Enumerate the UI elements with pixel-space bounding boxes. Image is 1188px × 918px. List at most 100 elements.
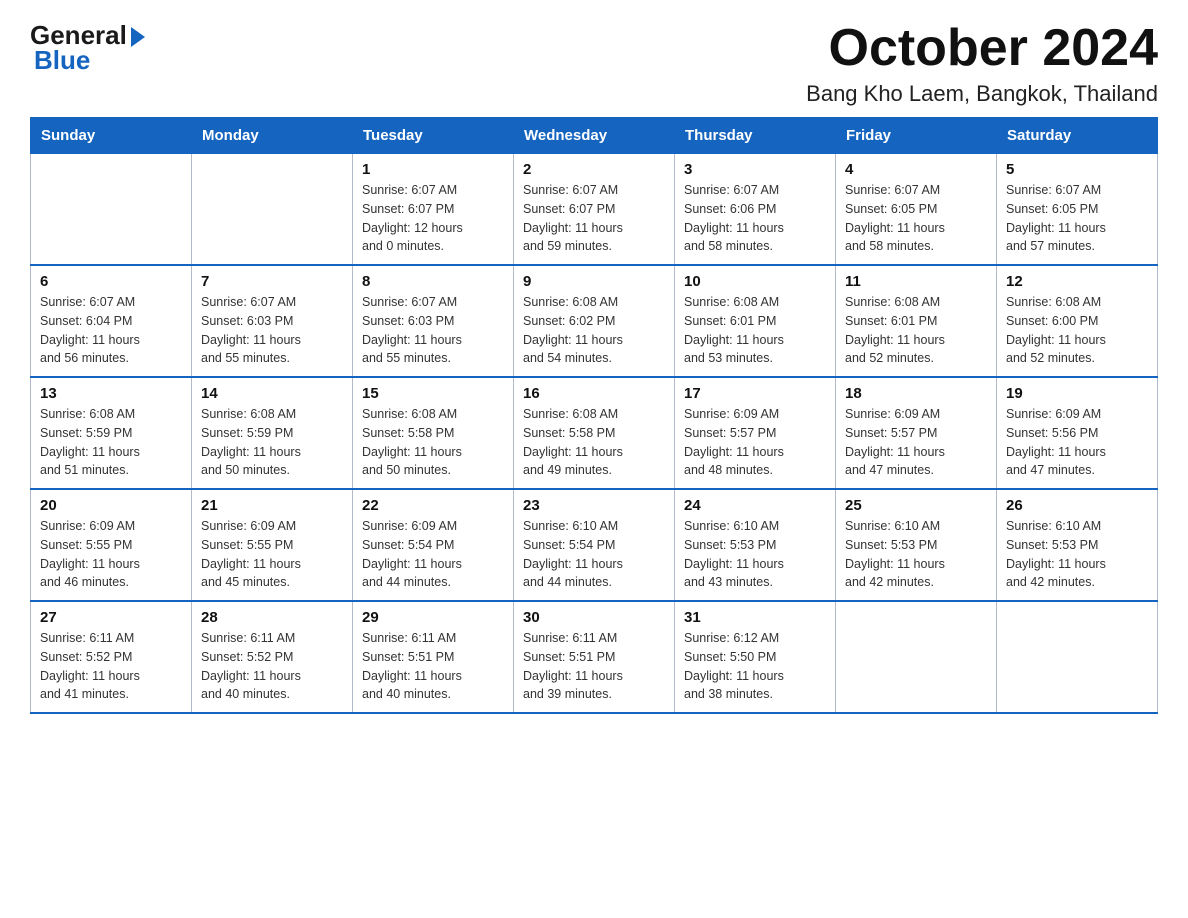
day-number: 20 — [40, 497, 182, 514]
table-row: 26 Sunrise: 6:10 AMSunset: 5:53 PMDayligh… — [997, 489, 1158, 601]
day-number: 12 — [1006, 273, 1148, 290]
day-info: Sunrise: 6:09 AMSunset: 5:57 PMDaylight:… — [845, 405, 987, 480]
day-number: 9 — [523, 273, 665, 290]
day-number: 2 — [523, 161, 665, 178]
table-row: 18 Sunrise: 6:09 AMSunset: 5:57 PMDayligh… — [836, 377, 997, 489]
day-info: Sunrise: 6:10 AMSunset: 5:53 PMDaylight:… — [684, 517, 826, 592]
calendar-week-row: 6Sunrise: 6:07 AMSunset: 6:04 PMDaylight… — [31, 265, 1158, 377]
day-info: Sunrise: 6:07 AMSunset: 6:07 PMDaylight:… — [362, 181, 504, 256]
table-row: 25 Sunrise: 6:10 AMSunset: 5:53 PMDayligh… — [836, 489, 997, 601]
day-number: 10 — [684, 273, 826, 290]
table-row: 29 Sunrise: 6:11 AMSunset: 5:51 PMDayligh… — [353, 601, 514, 713]
table-row: 20 Sunrise: 6:09 AMSunset: 5:55 PMDayligh… — [31, 489, 192, 601]
day-number: 7 — [201, 273, 343, 290]
col-monday: Monday — [192, 118, 353, 154]
day-info: Sunrise: 6:11 AMSunset: 5:51 PMDaylight:… — [362, 629, 504, 704]
day-info: Sunrise: 6:10 AMSunset: 5:53 PMDaylight:… — [845, 517, 987, 592]
day-number: 27 — [40, 609, 182, 626]
table-row: 7 Sunrise: 6:07 AMSunset: 6:03 PMDaylight… — [192, 265, 353, 377]
table-row: 9 Sunrise: 6:08 AMSunset: 6:02 PMDaylight… — [514, 265, 675, 377]
page-title: October 2024 — [806, 20, 1158, 77]
day-number: 23 — [523, 497, 665, 514]
day-number: 14 — [201, 385, 343, 402]
day-info: Sunrise: 6:07 AMSunset: 6:07 PMDaylight:… — [523, 181, 665, 256]
day-info: Sunrise: 6:08 AMSunset: 5:58 PMDaylight:… — [523, 405, 665, 480]
day-info: Sunrise: 6:11 AMSunset: 5:51 PMDaylight:… — [523, 629, 665, 704]
day-number: 21 — [201, 497, 343, 514]
day-info: Sunrise: 6:09 AMSunset: 5:56 PMDaylight:… — [1006, 405, 1148, 480]
table-row: 12 Sunrise: 6:08 AMSunset: 6:00 PMDayligh… — [997, 265, 1158, 377]
calendar-week-row: 20 Sunrise: 6:09 AMSunset: 5:55 PMDayligh… — [31, 489, 1158, 601]
title-block: October 2024 Bang Kho Laem, Bangkok, Tha… — [806, 20, 1158, 107]
calendar-header-row: Sunday Monday Tuesday Wednesday Thursday… — [31, 118, 1158, 154]
day-info: Sunrise: 6:08 AMSunset: 6:00 PMDaylight:… — [1006, 293, 1148, 368]
logo-triangle-icon — [131, 27, 145, 47]
table-row: 5Sunrise: 6:07 AMSunset: 6:05 PMDaylight… — [997, 154, 1158, 266]
day-info: Sunrise: 6:10 AMSunset: 5:54 PMDaylight:… — [523, 517, 665, 592]
day-info: Sunrise: 6:10 AMSunset: 5:53 PMDaylight:… — [1006, 517, 1148, 592]
day-info: Sunrise: 6:07 AMSunset: 6:05 PMDaylight:… — [1006, 181, 1148, 256]
day-number: 13 — [40, 385, 182, 402]
day-info: Sunrise: 6:08 AMSunset: 6:02 PMDaylight:… — [523, 293, 665, 368]
day-number: 18 — [845, 385, 987, 402]
table-row — [836, 601, 997, 713]
logo: General Blue — [30, 20, 145, 76]
day-info: Sunrise: 6:08 AMSunset: 5:59 PMDaylight:… — [40, 405, 182, 480]
table-row: 27 Sunrise: 6:11 AMSunset: 5:52 PMDayligh… — [31, 601, 192, 713]
day-info: Sunrise: 6:07 AMSunset: 6:04 PMDaylight:… — [40, 293, 182, 368]
day-info: Sunrise: 6:08 AMSunset: 6:01 PMDaylight:… — [845, 293, 987, 368]
calendar-week-row: 27 Sunrise: 6:11 AMSunset: 5:52 PMDayligh… — [31, 601, 1158, 713]
day-info: Sunrise: 6:12 AMSunset: 5:50 PMDaylight:… — [684, 629, 826, 704]
day-info: Sunrise: 6:08 AMSunset: 6:01 PMDaylight:… — [684, 293, 826, 368]
table-row: 22 Sunrise: 6:09 AMSunset: 5:54 PMDayligh… — [353, 489, 514, 601]
day-number: 4 — [845, 161, 987, 178]
table-row: 23 Sunrise: 6:10 AMSunset: 5:54 PMDayligh… — [514, 489, 675, 601]
day-info: Sunrise: 6:07 AMSunset: 6:06 PMDaylight:… — [684, 181, 826, 256]
day-info: Sunrise: 6:09 AMSunset: 5:55 PMDaylight:… — [201, 517, 343, 592]
day-number: 31 — [684, 609, 826, 626]
day-number: 1 — [362, 161, 504, 178]
table-row: 24 Sunrise: 6:10 AMSunset: 5:53 PMDayligh… — [675, 489, 836, 601]
calendar-week-row: 13 Sunrise: 6:08 AMSunset: 5:59 PMDayligh… — [31, 377, 1158, 489]
page-subtitle: Bang Kho Laem, Bangkok, Thailand — [806, 81, 1158, 107]
table-row: 11Sunrise: 6:08 AMSunset: 6:01 PMDayligh… — [836, 265, 997, 377]
day-number: 15 — [362, 385, 504, 402]
day-number: 8 — [362, 273, 504, 290]
day-info: Sunrise: 6:11 AMSunset: 5:52 PMDaylight:… — [40, 629, 182, 704]
page-header: General Blue October 2024 Bang Kho Laem,… — [30, 20, 1158, 107]
day-number: 17 — [684, 385, 826, 402]
table-row: 31 Sunrise: 6:12 AMSunset: 5:50 PMDayligh… — [675, 601, 836, 713]
day-number: 26 — [1006, 497, 1148, 514]
table-row: 15Sunrise: 6:08 AMSunset: 5:58 PMDayligh… — [353, 377, 514, 489]
day-number: 3 — [684, 161, 826, 178]
table-row: 17 Sunrise: 6:09 AMSunset: 5:57 PMDayligh… — [675, 377, 836, 489]
day-info: Sunrise: 6:09 AMSunset: 5:54 PMDaylight:… — [362, 517, 504, 592]
table-row: 3 Sunrise: 6:07 AMSunset: 6:06 PMDaylight… — [675, 154, 836, 266]
day-number: 22 — [362, 497, 504, 514]
day-info: Sunrise: 6:09 AMSunset: 5:55 PMDaylight:… — [40, 517, 182, 592]
logo-blue-text: Blue — [34, 45, 90, 76]
day-info: Sunrise: 6:07 AMSunset: 6:03 PMDaylight:… — [362, 293, 504, 368]
table-row: 30 Sunrise: 6:11 AMSunset: 5:51 PMDayligh… — [514, 601, 675, 713]
table-row: 14 Sunrise: 6:08 AMSunset: 5:59 PMDayligh… — [192, 377, 353, 489]
col-saturday: Saturday — [997, 118, 1158, 154]
day-number: 24 — [684, 497, 826, 514]
day-number: 29 — [362, 609, 504, 626]
table-row — [997, 601, 1158, 713]
day-number: 30 — [523, 609, 665, 626]
day-number: 16 — [523, 385, 665, 402]
day-info: Sunrise: 6:08 AMSunset: 5:59 PMDaylight:… — [201, 405, 343, 480]
day-number: 19 — [1006, 385, 1148, 402]
day-number: 25 — [845, 497, 987, 514]
calendar-week-row: 1 Sunrise: 6:07 AMSunset: 6:07 PMDaylight… — [31, 154, 1158, 266]
col-sunday: Sunday — [31, 118, 192, 154]
col-wednesday: Wednesday — [514, 118, 675, 154]
day-info: Sunrise: 6:09 AMSunset: 5:57 PMDaylight:… — [684, 405, 826, 480]
table-row — [192, 154, 353, 266]
table-row: 6Sunrise: 6:07 AMSunset: 6:04 PMDaylight… — [31, 265, 192, 377]
col-thursday: Thursday — [675, 118, 836, 154]
calendar-table: Sunday Monday Tuesday Wednesday Thursday… — [30, 117, 1158, 714]
day-info: Sunrise: 6:07 AMSunset: 6:03 PMDaylight:… — [201, 293, 343, 368]
table-row: 16 Sunrise: 6:08 AMSunset: 5:58 PMDayligh… — [514, 377, 675, 489]
table-row — [31, 154, 192, 266]
